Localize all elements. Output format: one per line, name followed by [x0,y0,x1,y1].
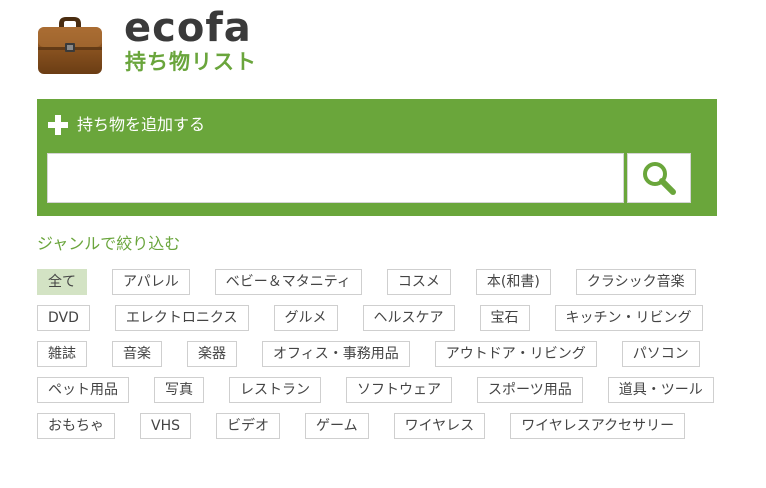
plus-icon [48,115,68,135]
genre-tag[interactable]: グルメ [273,305,338,331]
genre-tag[interactable]: 音楽 [112,341,162,367]
logo-subtitle: 持ち物リスト [125,50,257,74]
genre-tag[interactable]: ワイヤレスアクセサリー [510,413,686,439]
genre-tag[interactable]: 本(和書) [475,269,551,295]
item-search-input[interactable] [47,153,624,203]
add-item-header: 持ち物を追加する [47,113,205,137]
genre-tag[interactable]: ワイヤレス [393,413,486,439]
genre-tag[interactable]: アパレル [112,269,190,295]
genre-tag[interactable]: ソフトウェア [346,377,452,403]
search-button[interactable] [627,153,691,203]
add-item-title: 持ち物を追加する [77,115,206,134]
genre-tag[interactable]: DVD [37,305,90,331]
search-icon [643,162,676,195]
genre-tag[interactable]: オフィス・事務用品 [262,341,410,367]
genre-tag[interactable]: ヘルスケア [362,305,455,331]
genre-tag[interactable]: VHS [140,413,191,439]
genre-filter-title: ジャンルで絞り込む [37,234,181,253]
genre-tag-list: 全て アパレル ベビー＆マタニティ コスメ 本(和書) クラシック音楽 DVD エレクトロニク… [37,269,737,439]
genre-tag[interactable]: おもちゃ [37,413,115,439]
genre-tag[interactable]: 宝石 [479,305,530,331]
genre-tag[interactable]: エレクトロニクス [114,305,249,331]
genre-tag[interactable]: 写真 [154,377,204,403]
genre-tag[interactable]: キッチン・リビング [554,305,703,331]
genre-tag[interactable]: コスメ [386,269,451,295]
add-item-panel: 持ち物を追加する [37,99,717,216]
briefcase-icon [37,14,103,76]
genre-tag[interactable]: ゲーム [305,413,369,439]
logo-title: ecofa [124,5,252,51]
genre-tag[interactable]: 道具・ツール [607,377,714,403]
genre-tag[interactable]: 雑誌 [37,341,87,367]
genre-tag[interactable]: レストラン [229,377,321,403]
genre-tag[interactable]: ビデオ [216,413,280,439]
genre-tag[interactable]: 全て [37,269,87,295]
genre-tag[interactable]: クラシック音楽 [575,269,696,295]
genre-tag[interactable]: ベビー＆マタニティ [214,269,362,295]
genre-tag[interactable]: アウトドア・リビング [434,341,597,367]
genre-tag[interactable]: パソコン [621,341,700,367]
genre-tag[interactable]: 楽器 [187,341,237,367]
genre-tag[interactable]: スポーツ用品 [477,377,583,403]
genre-tag[interactable]: ペット用品 [37,377,129,403]
